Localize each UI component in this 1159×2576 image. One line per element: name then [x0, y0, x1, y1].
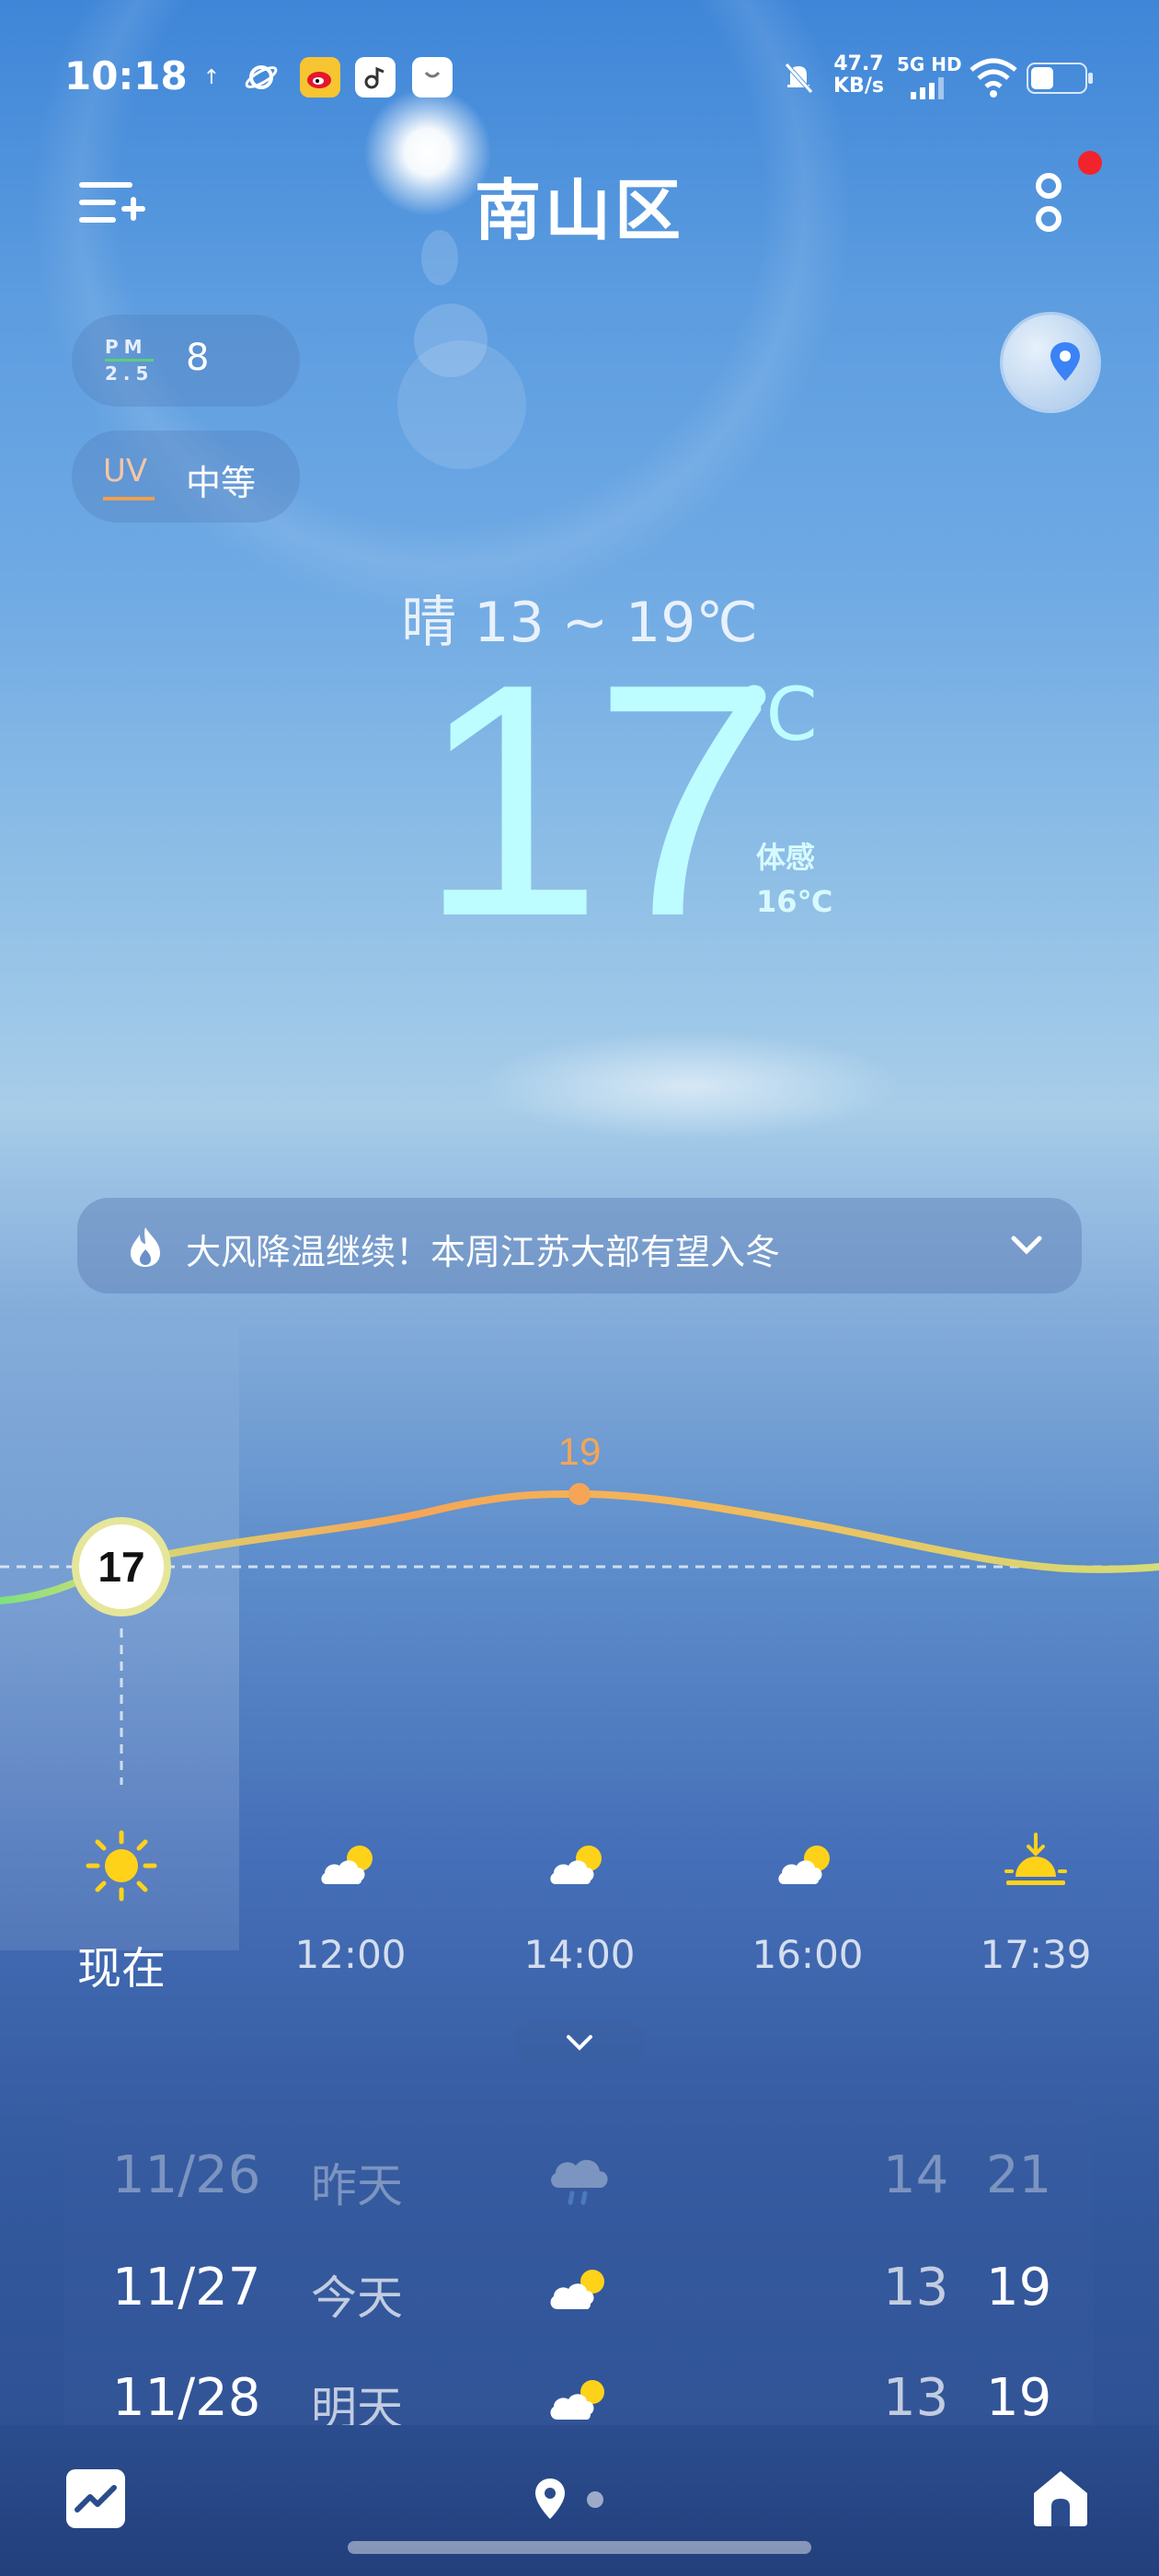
- net-speed: 47.7 KB/s: [833, 52, 884, 98]
- daily-date: 11/27: [112, 2258, 261, 2317]
- hour-label: 12:00: [294, 1932, 407, 1977]
- chevron-down-icon: [567, 2035, 592, 2051]
- sea-reflection: [478, 1030, 901, 1141]
- home-icon[interactable]: [1028, 2466, 1093, 2530]
- daily-row[interactable]: 11/28 明天 13 19: [64, 2352, 1093, 2425]
- sunset-icon: [999, 1829, 1073, 1903]
- pm25-label: PM 2.5: [105, 336, 155, 385]
- peak-dot: [568, 1483, 591, 1505]
- news-banner[interactable]: 大风降温继续！本周江苏大部有望入冬: [77, 1198, 1082, 1294]
- bottom-navigation: [0, 2425, 1159, 2576]
- daily-low: 14: [883, 2145, 949, 2205]
- hour-label: 17:39: [980, 1932, 1092, 1977]
- signal-icon: [911, 77, 947, 103]
- city-title: 南山区: [474, 172, 684, 249]
- feels-like-value: 16℃: [756, 884, 833, 919]
- chevron-down-icon[interactable]: [1008, 1225, 1045, 1262]
- daily-high: 19: [986, 2258, 1052, 2317]
- network-type: 5G HD: [897, 53, 962, 75]
- status-time: 10:18: [64, 53, 188, 98]
- daily-low: 13: [883, 2258, 949, 2317]
- daily-row[interactable]: 11/27 今天 13 19: [64, 2241, 1093, 2333]
- partly-cloudy-icon: [771, 1829, 844, 1903]
- more-options-icon[interactable]: [1030, 166, 1067, 239]
- daily-day-name: 明天: [311, 2382, 403, 2425]
- hour-label: 14:00: [523, 1932, 636, 1977]
- planet-icon: [241, 57, 281, 98]
- feels-like-label: 体感: [756, 840, 816, 875]
- status-bar: 10:18 ↑ 47.7 KB/s 5G HD: [0, 0, 1159, 156]
- hour-label-now: 现在: [76, 1943, 166, 1995]
- flame-icon: [127, 1225, 164, 1268]
- page-indicator-dot: [587, 2491, 603, 2508]
- daily-forecast-list[interactable]: 11/26 昨天 14 21 11/27 今天 13 19 11/28 明天 1…: [64, 2094, 1093, 2425]
- upload-arrow-icon: ↑: [202, 65, 221, 89]
- partly-cloudy-icon: [545, 2370, 618, 2425]
- daily-row[interactable]: 11/26 昨天 14 21: [64, 2129, 1093, 2221]
- pm25-value: 8: [186, 337, 210, 379]
- music-icon: [355, 57, 396, 98]
- weibo-icon: [300, 57, 340, 98]
- sun-icon: [85, 1829, 158, 1903]
- hourly-temperature-curve: 19 17: [0, 1430, 1159, 1785]
- wifi-icon: [970, 57, 1017, 101]
- uv-value: 中等: [186, 463, 257, 503]
- gesture-bar[interactable]: [348, 2541, 811, 2554]
- partly-cloudy-icon: [545, 2260, 618, 2324]
- temperature-line: [0, 1489, 1159, 1604]
- daily-date: 11/28: [112, 2368, 261, 2425]
- daily-date: 11/26: [112, 2145, 261, 2205]
- uv-pill[interactable]: UV 中等: [72, 431, 300, 523]
- expand-hourly-button[interactable]: [513, 2020, 646, 2064]
- temperature-unit: ℃: [736, 672, 819, 757]
- peak-temp-label: 19: [558, 1430, 602, 1473]
- feels-like: 体感 16℃: [756, 835, 832, 924]
- daily-low: 13: [883, 2368, 949, 2425]
- daily-high: 21: [986, 2145, 1052, 2205]
- map-button[interactable]: [1003, 315, 1098, 410]
- news-headline: 大风降温继续！本周江苏大部有望入冬: [186, 1232, 781, 1272]
- shopping-bag-icon: [412, 57, 453, 98]
- uv-label: UV: [103, 453, 148, 489]
- battery-icon: [1027, 63, 1095, 98]
- daily-day-name: 今天: [311, 2271, 403, 2325]
- notification-dot: [1078, 151, 1102, 175]
- daily-day-name: 昨天: [311, 2159, 403, 2213]
- lens-flare: [397, 340, 526, 469]
- now-temp-value: 17: [98, 1543, 144, 1591]
- partly-cloudy-icon: [543, 1829, 616, 1903]
- current-temperature: 17: [419, 615, 777, 985]
- trend-chart-icon[interactable]: [66, 2469, 125, 2528]
- uv-level-bar: [103, 497, 155, 500]
- hour-label: 16:00: [752, 1932, 864, 1977]
- pm25-pill[interactable]: PM 2.5 8: [72, 315, 300, 407]
- location-pin-icon: [1050, 342, 1080, 381]
- location-pin-icon[interactable]: [534, 2477, 567, 2521]
- partly-cloudy-icon: [314, 1829, 387, 1903]
- mute-bell-icon: [778, 57, 819, 98]
- rain-cloud-icon: [545, 2147, 618, 2212]
- daily-high: 19: [986, 2368, 1052, 2425]
